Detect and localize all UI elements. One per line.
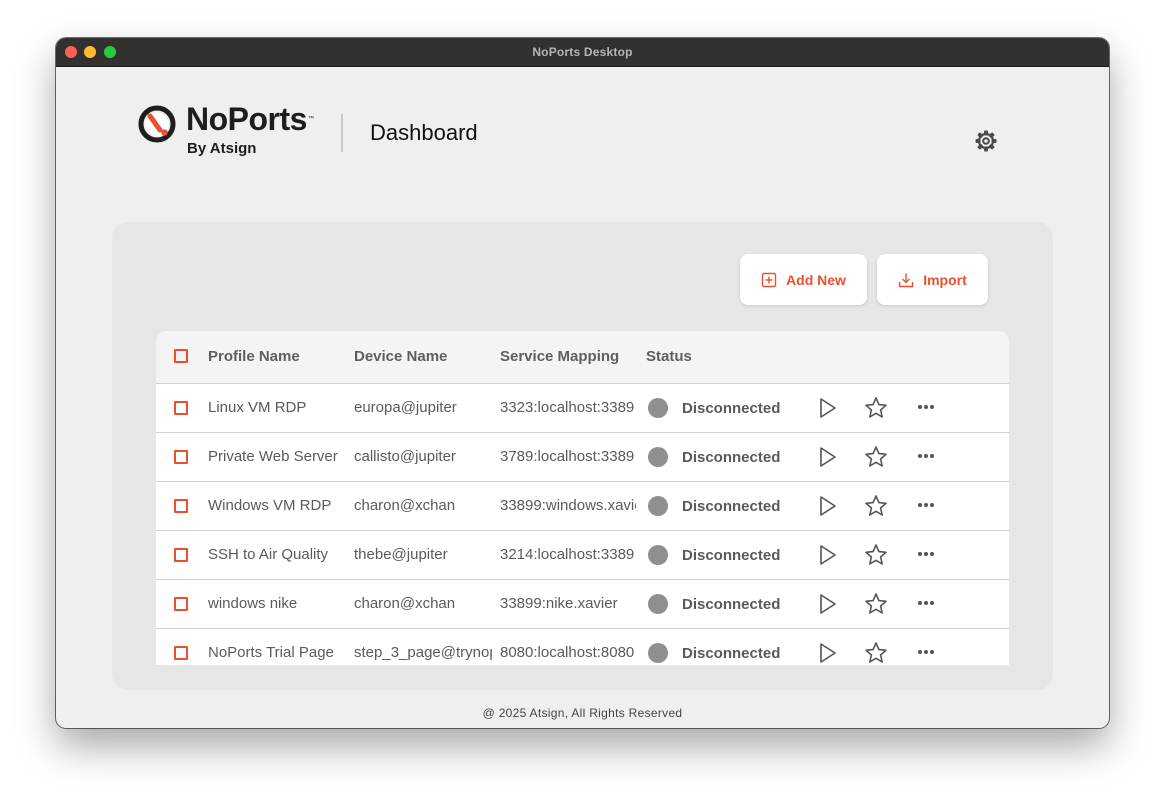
row-checkbox[interactable] xyxy=(174,499,188,513)
column-header-profile[interactable]: Profile Name xyxy=(208,348,346,365)
service-mapping: 3323:localhost:3389 xyxy=(500,399,635,416)
table-header: Profile Name Device Name Service Mapping… xyxy=(156,331,1009,384)
status-text: Disconnected xyxy=(682,498,781,515)
device-name: thebe@jupiter xyxy=(354,546,448,563)
device-name: callisto@jupiter xyxy=(354,448,456,465)
status-dot xyxy=(648,545,668,565)
noports-logo-icon xyxy=(138,105,176,143)
import-label: Import xyxy=(923,271,967,288)
profile-name: NoPorts Trial Page xyxy=(208,644,334,661)
star-icon[interactable] xyxy=(864,641,888,665)
table-row[interactable]: Private Web Server callisto@jupiter 3789… xyxy=(156,433,1009,482)
select-all-checkbox[interactable] xyxy=(174,349,188,363)
device-name: step_3_page@trynoports xyxy=(354,644,492,661)
more-options-icon[interactable] xyxy=(917,502,935,508)
status-text: Disconnected xyxy=(682,547,781,564)
service-mapping: 33899:nike.xavier xyxy=(500,595,618,612)
status-dot xyxy=(648,643,668,663)
status-dot xyxy=(648,398,668,418)
more-options-icon[interactable] xyxy=(917,404,935,410)
footer-copyright: @ 2025 Atsign, All Rights Reserved xyxy=(482,706,683,720)
status-dot xyxy=(648,496,668,516)
table-row[interactable]: SSH to Air Quality thebe@jupiter 3214:lo… xyxy=(156,531,1009,580)
plus-square-icon xyxy=(761,272,777,287)
more-options-icon[interactable] xyxy=(917,600,935,606)
more-options-icon[interactable] xyxy=(917,453,935,459)
table-row[interactable]: windows nike charon@xchan 33899:nike.xav… xyxy=(156,580,1009,629)
window-title: NoPorts Desktop xyxy=(532,45,633,59)
service-mapping: 8080:localhost:8080 xyxy=(500,644,635,661)
add-new-label: Add New xyxy=(786,271,846,288)
download-icon xyxy=(899,273,914,287)
star-icon[interactable] xyxy=(864,494,888,518)
table-row[interactable]: Windows VM RDP charon@xchan 33899:window… xyxy=(156,482,1009,531)
row-checkbox[interactable] xyxy=(174,548,188,562)
service-mapping: 3789:localhost:3389 xyxy=(500,448,635,465)
play-icon[interactable] xyxy=(818,397,838,419)
column-header-device[interactable]: Device Name xyxy=(354,348,492,365)
service-mapping: 33899:windows.xavier xyxy=(500,497,636,514)
header-divider xyxy=(341,114,343,152)
table-row[interactable]: NoPorts Trial Page step_3_page@trynoport… xyxy=(156,629,1009,665)
app-window: NoPorts Desktop NoPorts ™ By Atsign Dash… xyxy=(56,38,1109,728)
play-icon[interactable] xyxy=(818,495,838,517)
status-dot xyxy=(648,447,668,467)
status-text: Disconnected xyxy=(682,449,781,466)
star-icon[interactable] xyxy=(864,445,888,469)
profile-name: SSH to Air Quality xyxy=(208,546,329,563)
service-mapping: 3214:localhost:3389 xyxy=(500,546,635,563)
more-options-icon[interactable] xyxy=(917,551,935,557)
profiles-table: Profile Name Device Name Service Mapping… xyxy=(156,331,1009,665)
column-header-status[interactable]: Status xyxy=(646,348,692,365)
noports-logo: NoPorts ™ By Atsign xyxy=(138,101,318,159)
play-icon[interactable] xyxy=(818,446,838,468)
device-name: charon@xchan xyxy=(354,497,456,514)
row-checkbox[interactable] xyxy=(174,450,188,464)
column-header-mapping[interactable]: Service Mapping xyxy=(500,348,636,365)
logo-trademark: ™ xyxy=(308,116,314,122)
logo-wordmark: NoPorts xyxy=(186,101,307,137)
profile-name: windows nike xyxy=(208,595,298,612)
import-button[interactable]: Import xyxy=(877,254,988,305)
row-checkbox[interactable] xyxy=(174,646,188,660)
profile-name: Linux VM RDP xyxy=(208,399,307,416)
star-icon[interactable] xyxy=(864,396,888,420)
add-new-button[interactable]: Add New xyxy=(740,254,867,305)
logo-subtitle: By Atsign xyxy=(187,140,257,157)
play-icon[interactable] xyxy=(818,642,838,664)
title-bar[interactable]: NoPorts Desktop xyxy=(56,38,1109,67)
star-icon[interactable] xyxy=(864,543,888,567)
status-dot xyxy=(648,594,668,614)
page-title: Dashboard xyxy=(370,120,478,145)
row-checkbox[interactable] xyxy=(174,401,188,415)
row-checkbox[interactable] xyxy=(174,597,188,611)
play-icon[interactable] xyxy=(818,544,838,566)
status-text: Disconnected xyxy=(682,400,781,417)
device-name: europa@jupiter xyxy=(354,399,457,416)
table-row[interactable]: Linux VM RDP europa@jupiter 3323:localho… xyxy=(156,384,1009,433)
device-name: charon@xchan xyxy=(354,595,456,612)
gear-icon[interactable] xyxy=(974,129,998,153)
profile-name: Private Web Server xyxy=(208,448,338,465)
status-text: Disconnected xyxy=(682,596,781,613)
status-text: Disconnected xyxy=(682,645,781,662)
star-icon[interactable] xyxy=(864,592,888,616)
more-options-icon[interactable] xyxy=(917,649,935,655)
profile-name: Windows VM RDP xyxy=(208,497,332,514)
play-icon[interactable] xyxy=(818,593,838,615)
